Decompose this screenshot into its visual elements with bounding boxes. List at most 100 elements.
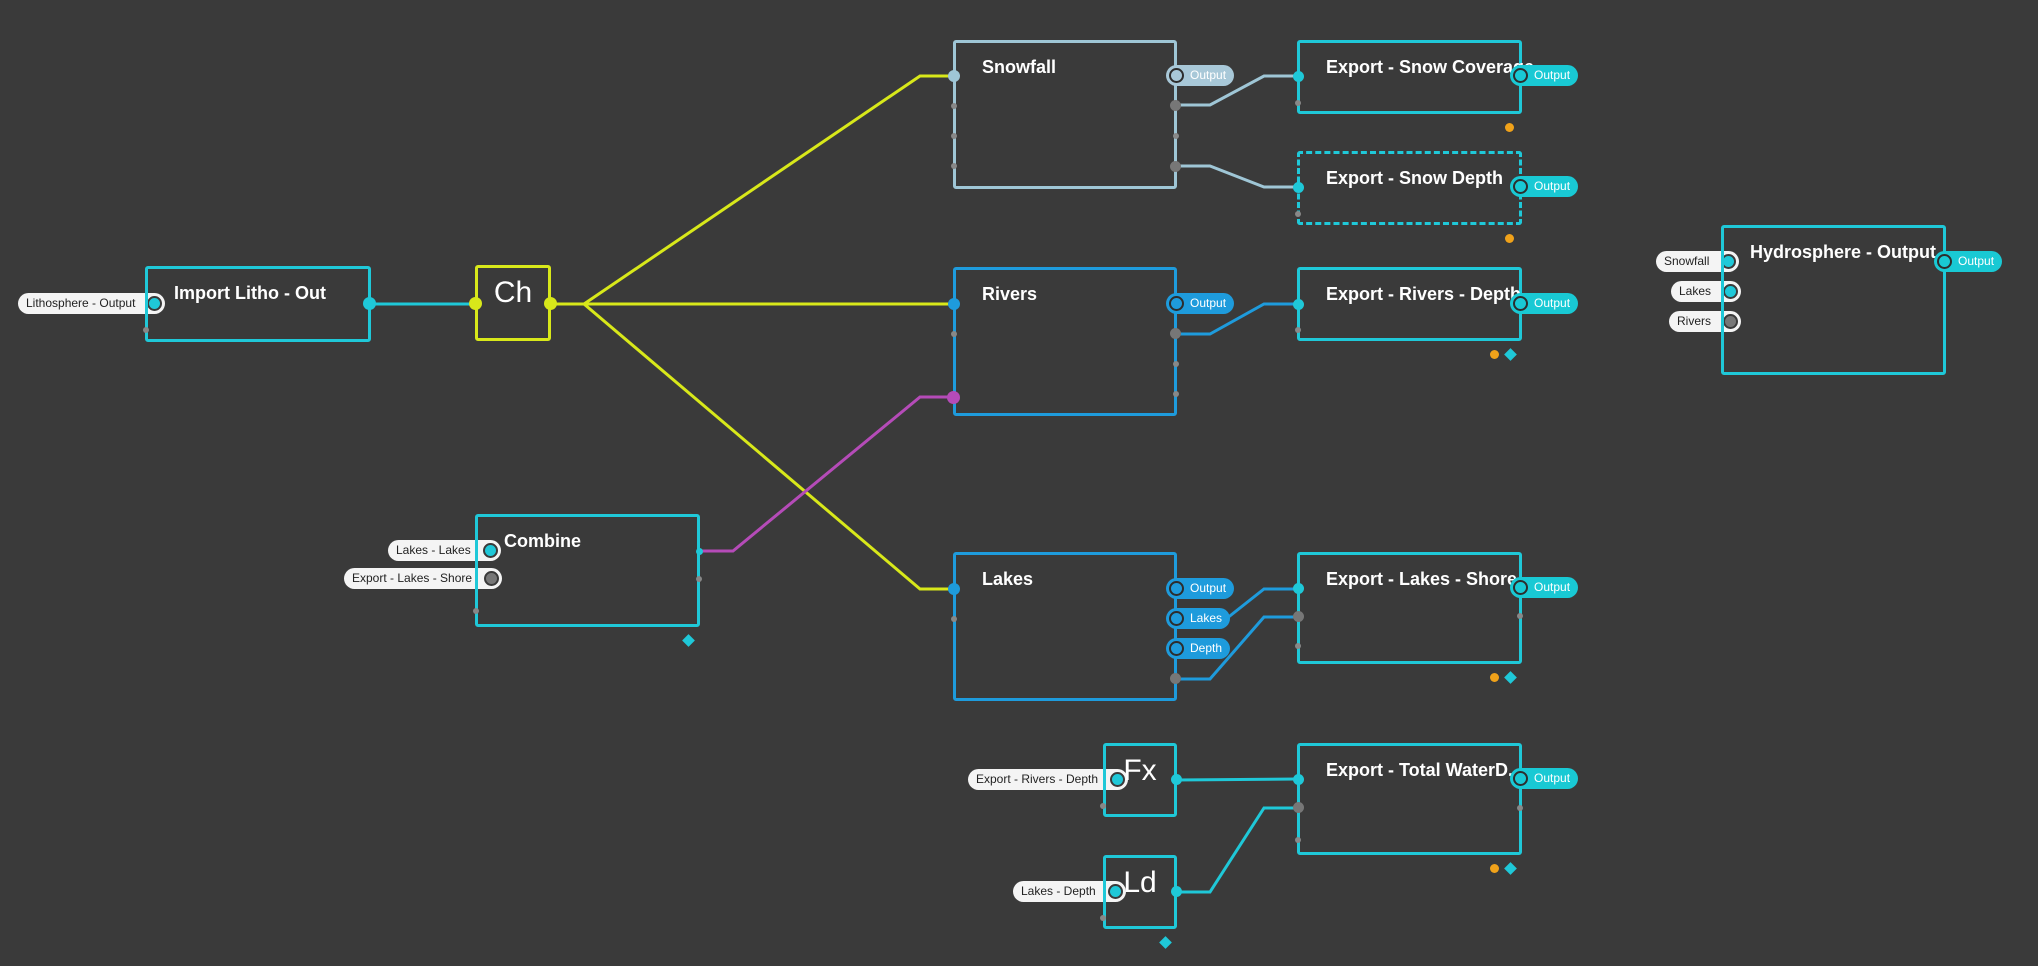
- output-badge-lakes-output[interactable]: Output: [1166, 578, 1235, 599]
- output-port-import[interactable]: [363, 297, 376, 310]
- node-export-snow-coverage[interactable]: Export - Snow Coverage: [1297, 40, 1534, 114]
- output-port-rivers-3[interactable]: [1173, 361, 1179, 367]
- output-port-chooser[interactable]: [544, 297, 557, 310]
- input-port-total-water-2[interactable]: [1293, 802, 1304, 813]
- output-badge-lakes-lakes[interactable]: Lakes: [1166, 608, 1231, 629]
- input-port-snowfall-3[interactable]: [951, 133, 957, 139]
- output-label: Output: [1958, 254, 1995, 268]
- output-socket-icon[interactable]: [1169, 581, 1184, 596]
- input-port-total-water-3[interactable]: [1295, 837, 1301, 843]
- node-title: Hydrosphere - Output: [1750, 242, 1937, 262]
- output-port-rivers-2[interactable]: [1170, 328, 1181, 339]
- wire-combine-to-rivers[interactable]: [699, 395, 954, 553]
- output-label: Output: [1190, 296, 1227, 310]
- node-snowfall[interactable]: Snowfall: [953, 40, 1177, 189]
- output-badge-export-snow-depth[interactable]: Output: [1510, 176, 1579, 197]
- input-port-total-water[interactable]: [1293, 774, 1304, 785]
- input-label: Rivers: [1677, 314, 1712, 328]
- output-badge-export-lakes-shore[interactable]: Output: [1510, 577, 1579, 598]
- input-label: Export - Lakes - Shore: [352, 571, 473, 585]
- node-title: Ch: [493, 276, 533, 309]
- input-port-fx-2[interactable]: [1100, 803, 1106, 809]
- output-socket-icon[interactable]: [1169, 296, 1184, 311]
- output-badge-hydrosphere[interactable]: Output: [1934, 251, 2003, 272]
- input-port-rivers-depth[interactable]: [1293, 299, 1304, 310]
- input-port-secondary[interactable]: [143, 327, 149, 333]
- input-port-rivers-depth-2[interactable]: [1295, 327, 1301, 333]
- status-flag-icon: [1490, 350, 1499, 359]
- wire-snowfall-to-snow-depth[interactable]: [1176, 164, 1298, 189]
- output-badge-lakes-depth[interactable]: Depth: [1166, 638, 1231, 659]
- output-socket-icon[interactable]: [1513, 580, 1528, 595]
- input-port-snowfall-4[interactable]: [951, 163, 957, 169]
- output-badge-snowfall[interactable]: Output: [1166, 65, 1235, 86]
- output-port-snowfall-3[interactable]: [1173, 133, 1179, 139]
- input-port-extra[interactable]: [473, 608, 479, 614]
- input-port-lakes[interactable]: [948, 583, 960, 595]
- output-socket-icon[interactable]: [1513, 296, 1528, 311]
- node-lakes[interactable]: Lakes: [953, 552, 1177, 701]
- node-rivers[interactable]: Rivers: [953, 267, 1177, 416]
- output-port-snowfall-2[interactable]: [1170, 100, 1181, 111]
- input-badge-lithosphere-output[interactable]: Lithosphere - Output: [18, 293, 166, 314]
- node-hydrosphere-output[interactable]: Hydrosphere - Output: [1721, 225, 1946, 375]
- input-port-snowfall-2[interactable]: [951, 103, 957, 109]
- wire-fx-to-total-water[interactable]: [1175, 777, 1299, 782]
- input-port-lakes-2[interactable]: [951, 616, 957, 622]
- input-port-lakes-shore-2[interactable]: [1293, 611, 1304, 622]
- input-port-snow-coverage-2[interactable]: [1295, 100, 1301, 106]
- output-port-rivers-4[interactable]: [1173, 391, 1179, 397]
- node-export-rivers-depth[interactable]: Export - Rivers - Depth: [1297, 267, 1522, 341]
- output-port-snowfall-4[interactable]: [1170, 161, 1181, 172]
- output-badge-export-snow-coverage[interactable]: Output: [1510, 65, 1579, 86]
- output-port-fx[interactable]: [1171, 774, 1182, 785]
- input-port-chooser[interactable]: [469, 297, 482, 310]
- node-chooser[interactable]: Ch: [475, 265, 551, 341]
- input-label: Lakes - Lakes: [396, 543, 471, 557]
- input-label: Lakes: [1679, 284, 1712, 298]
- wire-lakes-to-export-lakes-shore-1[interactable]: [1225, 587, 1298, 621]
- output-socket-icon[interactable]: [1937, 254, 1952, 269]
- output-socket-icon[interactable]: [1513, 68, 1528, 83]
- output-badge-export-rivers-depth[interactable]: Output: [1510, 293, 1579, 314]
- wire-ld-to-total-water[interactable]: [1176, 806, 1298, 894]
- input-port-snowfall[interactable]: [948, 70, 960, 82]
- input-port-rivers-3[interactable]: [947, 391, 960, 404]
- output-socket-icon[interactable]: [1169, 641, 1184, 656]
- input-port-rivers[interactable]: [948, 298, 960, 310]
- input-port-rivers-2[interactable]: [951, 331, 957, 337]
- output-socket-icon[interactable]: [1513, 179, 1528, 194]
- node-export-snow-depth[interactable]: Export - Snow Depth: [1297, 151, 1522, 225]
- output-socket-icon[interactable]: [1513, 771, 1528, 786]
- node-export-lakes-shore[interactable]: Export - Lakes - Shore: [1297, 552, 1522, 664]
- output-port-lakes-shore-2[interactable]: [1517, 613, 1523, 619]
- node-ld[interactable]: Ld: [1103, 855, 1177, 929]
- output-label: Lakes: [1190, 611, 1223, 625]
- output-port-ld[interactable]: [1171, 886, 1182, 897]
- output-badge-rivers[interactable]: Output: [1166, 293, 1235, 314]
- output-label: Output: [1534, 179, 1571, 193]
- input-port-lakes-shore-3[interactable]: [1295, 643, 1301, 649]
- output-socket-icon[interactable]: [1169, 68, 1184, 83]
- output-badge-export-total-water[interactable]: Output: [1510, 768, 1579, 789]
- input-label: Export - Rivers - Depth: [976, 772, 1099, 786]
- node-export-total-water[interactable]: Export - Total WaterD...: [1297, 743, 1523, 855]
- input-port-lakes-shore[interactable]: [1293, 583, 1304, 594]
- node-title: Rivers: [982, 284, 1038, 304]
- input-port-snow-depth[interactable]: [1293, 182, 1304, 193]
- output-port-combine[interactable]: [696, 548, 703, 555]
- output-socket-icon[interactable]: [1169, 611, 1184, 626]
- wire-chooser-to-snowfall[interactable]: [550, 74, 954, 306]
- input-port-ld-2[interactable]: [1100, 915, 1106, 921]
- input-port-snow-coverage[interactable]: [1293, 71, 1304, 82]
- node-import-litho[interactable]: Import Litho - Out: [145, 266, 371, 342]
- input-label: Lakes - Depth: [1021, 884, 1096, 898]
- node-combine[interactable]: Combine: [475, 514, 700, 627]
- output-port-lakes-4[interactable]: [1170, 673, 1181, 684]
- node-title: Ld: [1123, 866, 1157, 899]
- input-port-snow-depth-2[interactable]: [1295, 211, 1301, 217]
- node-fx[interactable]: Fx: [1103, 743, 1177, 817]
- output-port-secondary[interactable]: [696, 576, 702, 582]
- output-port-total-water-2[interactable]: [1517, 805, 1523, 811]
- output-label: Output: [1190, 68, 1227, 82]
